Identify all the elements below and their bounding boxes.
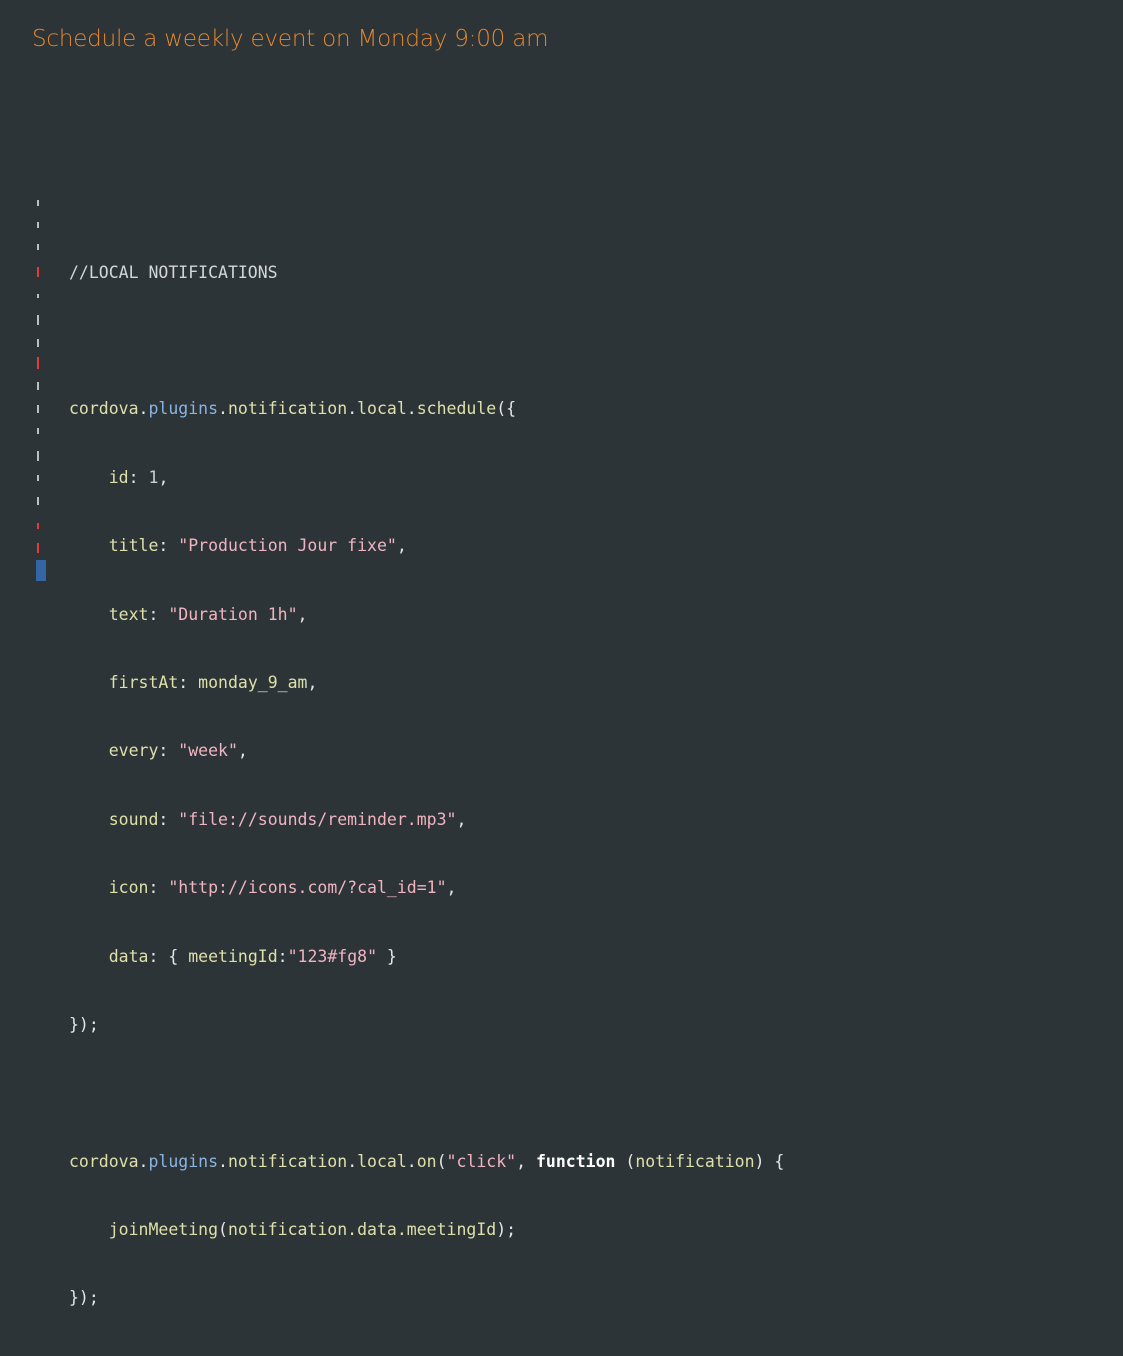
token-string: "Production Jour fixe": [178, 536, 397, 556]
code-line: icon: "http://icons.com/?cal_id=1",: [108, 878, 457, 898]
code-line: });: [69, 1014, 784, 1037]
code-line: every: "week",: [108, 741, 248, 761]
gutter-mark: [37, 294, 39, 298]
gutter-mark: [37, 222, 39, 228]
token-key: sound: [108, 809, 159, 829]
token-key: meetingId: [188, 946, 278, 966]
token-string: "123#fg8": [287, 946, 377, 966]
token-key: data: [108, 946, 149, 966]
gutter-mark: [37, 523, 39, 529]
token-punctuation: ({: [496, 399, 517, 419]
token-property: local: [357, 1151, 407, 1171]
code-line: cordova.plugins.notification.local.on("c…: [69, 1151, 785, 1171]
code-content[interactable]: //LOCAL NOTIFICATIONS cordova.plugins.no…: [69, 216, 784, 1356]
token-method: schedule: [416, 399, 497, 419]
gutter-mark: [37, 451, 39, 461]
token-identifier: notification: [635, 1151, 755, 1171]
code-line: data: { meetingId:"123#fg8" }: [108, 946, 397, 966]
token-object: cordova: [69, 399, 139, 419]
token-property: plugins: [148, 1151, 219, 1171]
code-line: });: [69, 1287, 784, 1310]
token-keyword: function: [535, 1151, 616, 1171]
gutter-mark: [37, 267, 39, 277]
gutter-mark: [37, 428, 39, 434]
token-punctuation: });: [69, 1288, 99, 1308]
gutter-mark: [37, 382, 39, 390]
token-number: 1: [148, 467, 159, 487]
code-line: firstAt: monday_9_am,: [108, 672, 318, 692]
code-line: cordova.plugins.notification.local.sched…: [69, 399, 517, 419]
token-string: "file://sounds/reminder.mp3": [178, 809, 457, 829]
token-string: "http://icons.com/?cal_id=1": [168, 878, 447, 898]
gutter-mark: [37, 543, 39, 553]
code-line: //LOCAL NOTIFICATIONS: [69, 262, 784, 285]
token-key: icon: [108, 878, 149, 898]
token-key: firstAt: [108, 672, 179, 692]
code-line: text: "Duration 1h",: [108, 604, 308, 624]
code-line: title: "Production Jour fixe",: [108, 536, 407, 556]
code-line: id: 1,: [108, 467, 169, 487]
cursor-line-marker: [36, 560, 46, 581]
token-key: id: [108, 467, 129, 487]
token-property: notification: [227, 399, 348, 419]
token-string: "Duration 1h": [168, 604, 298, 624]
gutter-mark: [37, 475, 39, 481]
gutter-mark: [37, 497, 39, 505]
token-identifier: monday_9_am: [198, 672, 308, 692]
change-gutter: [34, 200, 46, 585]
token-property: local: [357, 399, 407, 419]
gutter-mark: [37, 339, 39, 347]
gutter-mark: [37, 244, 39, 250]
token-key: title: [108, 536, 159, 556]
token-identifier: notification.data.meetingId: [227, 1220, 497, 1240]
token-property: plugins: [148, 399, 219, 419]
code-comment: //LOCAL NOTIFICATIONS: [69, 262, 278, 282]
gutter-mark: [37, 357, 39, 369]
token-punctuation: });: [69, 1014, 99, 1034]
page-title: Schedule a weekly event on Monday 9:00 a…: [32, 26, 549, 52]
token-key: every: [108, 741, 159, 761]
token-function: joinMeeting: [108, 1220, 219, 1240]
gutter-mark: [37, 315, 39, 325]
token-object: cordova: [69, 1151, 139, 1171]
token-string: "click": [446, 1151, 517, 1171]
code-line: sound: "file://sounds/reminder.mp3",: [108, 809, 467, 829]
gutter-mark: [37, 200, 39, 206]
token-property: notification: [227, 1151, 348, 1171]
token-method: on: [416, 1151, 437, 1171]
gutter-mark: [37, 405, 39, 413]
token-string: "week": [178, 741, 238, 761]
token-key: text: [108, 604, 149, 624]
code-line: joinMeeting(notification.data.meetingId)…: [108, 1220, 517, 1240]
code-editor[interactable]: //LOCAL NOTIFICATIONS cordova.plugins.no…: [34, 200, 934, 1307]
